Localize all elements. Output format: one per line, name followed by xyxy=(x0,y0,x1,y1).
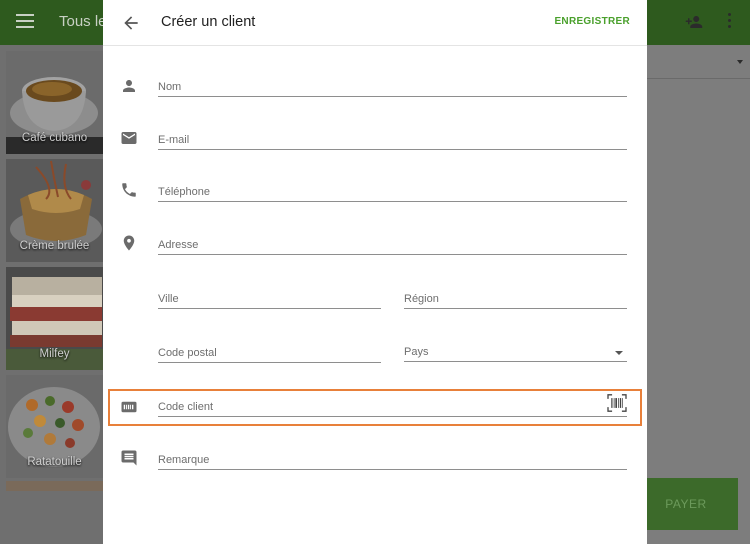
email-field[interactable]: E-mail xyxy=(158,130,627,150)
note-field[interactable]: Remarque xyxy=(158,450,627,470)
email-field-placeholder: E-mail xyxy=(158,134,190,146)
customer-code-highlight xyxy=(108,389,642,426)
product-image xyxy=(6,481,103,491)
country-select[interactable]: Pays xyxy=(404,342,627,362)
country-select-placeholder: Pays xyxy=(404,346,429,358)
pay-button[interactable]: PAYER xyxy=(634,478,738,530)
menu-icon[interactable] xyxy=(16,14,34,28)
product-tile-label: Crème brulée xyxy=(19,240,90,252)
address-field-placeholder: Adresse xyxy=(158,239,199,251)
phone-field[interactable]: Téléphone xyxy=(158,182,627,202)
name-field[interactable]: Nom xyxy=(158,77,627,97)
ticket-panel xyxy=(647,45,750,544)
location-pin-icon xyxy=(123,235,135,251)
product-tile[interactable]: Ratatouille xyxy=(6,375,103,478)
postal-code-field[interactable]: Code postal xyxy=(158,343,381,363)
product-grid: Café cubano Crème brulée Milfey Ratatoui… xyxy=(0,45,103,544)
phone-field-placeholder: Téléphone xyxy=(158,186,210,198)
dropdown-arrow-icon xyxy=(615,351,623,355)
add-customer-icon[interactable] xyxy=(684,13,704,31)
save-button[interactable]: ENREGISTRER xyxy=(554,16,630,27)
address-field[interactable]: Adresse xyxy=(158,235,627,255)
name-field-placeholder: Nom xyxy=(158,81,182,93)
person-icon xyxy=(123,80,135,92)
product-tile[interactable]: Milfey xyxy=(6,267,103,370)
note-field-placeholder: Remarque xyxy=(158,454,210,466)
phone-icon xyxy=(122,183,136,197)
more-options-icon[interactable] xyxy=(726,13,732,31)
product-tile[interactable]: Crème brulée xyxy=(6,159,103,262)
product-tile-label: Milfey xyxy=(39,348,70,360)
city-field[interactable]: Ville xyxy=(158,289,381,309)
product-tile[interactable]: Café cubano xyxy=(6,51,103,154)
create-customer-dialog: Créer un client ENREGISTRER Nom E-mail T… xyxy=(103,0,647,544)
dropdown-arrow-icon xyxy=(737,60,743,64)
dialog-header: Créer un client ENREGISTRER xyxy=(103,0,647,46)
email-icon xyxy=(121,132,137,144)
region-field[interactable]: Région xyxy=(404,289,627,309)
ticket-dropdown[interactable] xyxy=(647,78,750,79)
product-tile[interactable] xyxy=(6,481,103,491)
city-field-placeholder: Ville xyxy=(158,293,179,305)
comment-icon xyxy=(121,450,137,466)
postal-code-field-placeholder: Code postal xyxy=(158,347,217,359)
back-arrow-icon[interactable] xyxy=(121,13,141,33)
app-toolbar-title: Tous les xyxy=(59,13,103,30)
product-tile-label: Ratatouille xyxy=(27,456,82,468)
region-field-placeholder: Région xyxy=(404,293,439,305)
dialog-title: Créer un client xyxy=(161,14,256,30)
product-tile-label: Café cubano xyxy=(21,132,88,144)
